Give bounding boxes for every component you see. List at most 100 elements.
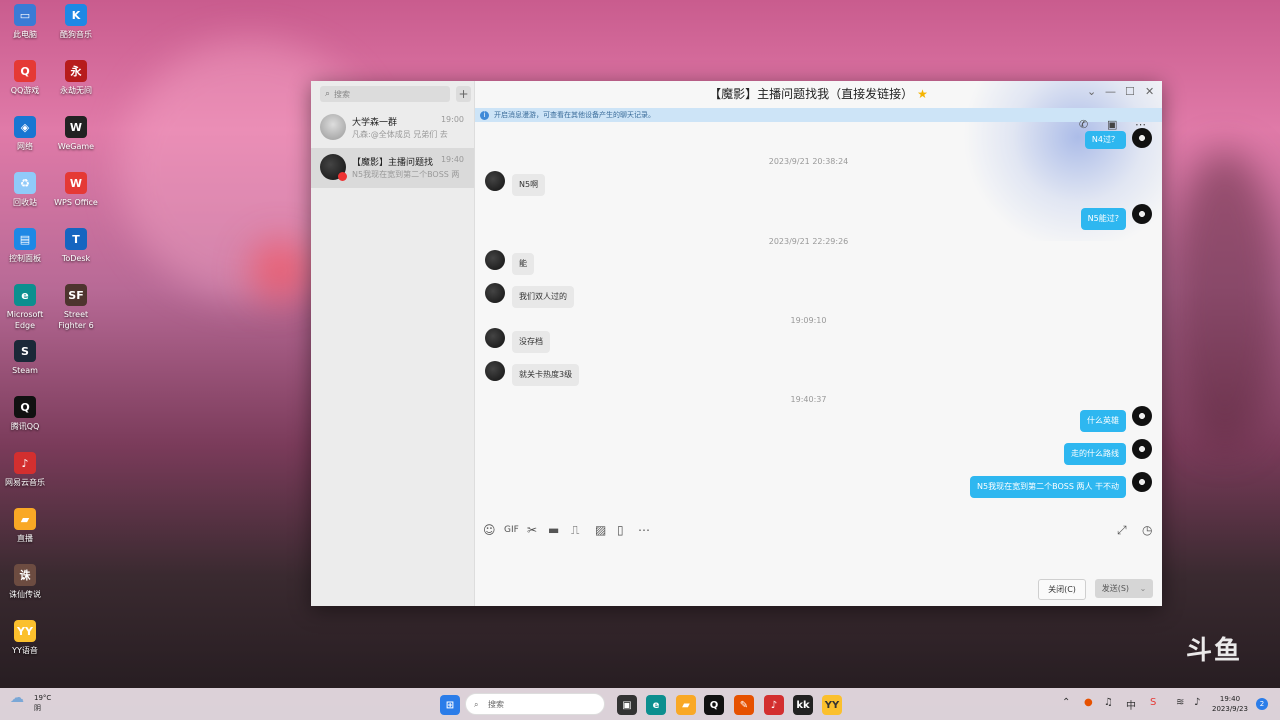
desktop-icon[interactable]: 诛诛仙传说: [0, 564, 50, 600]
desktop-icon[interactable]: 永永劫无间: [51, 60, 101, 96]
sogou-icon[interactable]: S: [1150, 697, 1156, 708]
star-icon[interactable]: ★: [917, 87, 928, 101]
emoji-icon[interactable]: ☺: [483, 523, 496, 537]
notification-badge[interactable]: 2: [1256, 698, 1268, 710]
scissors-icon[interactable]: ✂: [527, 523, 537, 537]
avatar[interactable]: [485, 283, 505, 303]
history-icon[interactable]: ◷: [1142, 523, 1152, 537]
desktop-icon[interactable]: Q QQ游戏: [0, 60, 50, 96]
wifi-icon[interactable]: ≋: [1176, 697, 1184, 708]
avatar[interactable]: [1132, 472, 1152, 492]
desktop-icon-label: 酷狗音乐: [60, 30, 92, 39]
desktop-icon[interactable]: S Steam: [0, 340, 50, 376]
avatar[interactable]: [1132, 439, 1152, 459]
conversation-item[interactable]: 大学森一群 19:00 凡森:@全体成员 兄弟们 去: [311, 108, 474, 148]
message-bubble-received[interactable]: 没存档: [512, 331, 550, 353]
desktop-icon[interactable]: YY YY语音: [0, 620, 50, 656]
phone-frame-icon[interactable]: ▯: [617, 523, 624, 537]
more-icon[interactable]: ⋯: [638, 523, 650, 537]
tray-app-icon[interactable]: ●: [1084, 697, 1093, 708]
avatar[interactable]: [1132, 406, 1152, 426]
desktop-icon-label: YY语音: [12, 646, 38, 655]
close-icon[interactable]: ✕: [1145, 85, 1154, 98]
weather-widget[interactable]: ☁ 19°C 阴: [10, 691, 51, 712]
desktop-icon-label: 网易云音乐: [5, 478, 45, 487]
volume-icon[interactable]: ♪: [1194, 697, 1200, 708]
close-button[interactable]: 关闭(C): [1038, 579, 1086, 600]
message-bubble-sent[interactable]: N5我现在宽到第二个BOSS 两人 干不动: [970, 476, 1126, 498]
chevron-down-icon[interactable]: ⌄: [1087, 85, 1096, 98]
message-bubble-sent[interactable]: N5能过?: [1080, 208, 1126, 230]
microphone-icon[interactable]: ♫: [1104, 697, 1113, 708]
desktop-icon-label: Street Fighter 6: [58, 310, 94, 330]
desktop-icon[interactable]: K 酷狗音乐: [51, 4, 101, 40]
message-timestamp: 19:40:37: [790, 395, 827, 404]
chevron-up-icon[interactable]: ⌃: [1062, 697, 1070, 708]
desktop-icon[interactable]: W WeGame: [51, 116, 101, 152]
desktop-icon[interactable]: ♪ 网易云音乐: [0, 452, 50, 488]
desktop-icon-label: Microsoft Edge: [6, 310, 44, 330]
gif-icon[interactable]: GIF: [504, 525, 519, 535]
notice-text: 开启消息漫游，可查看在其他设备产生的聊天记录。: [494, 111, 655, 119]
message-bubble-received[interactable]: N5啊: [512, 174, 546, 196]
netease-music-icon[interactable]: ♪: [764, 695, 784, 715]
desktop-icon[interactable]: W WPS Office: [51, 172, 101, 208]
screen-icon[interactable]: ⎍: [571, 523, 579, 538]
desktop-icon[interactable]: ▰ 直播: [0, 508, 50, 544]
image-icon[interactable]: ▨: [595, 523, 606, 537]
avatar[interactable]: [485, 171, 505, 191]
send-button[interactable]: 发送(S) ⌄: [1095, 579, 1153, 598]
expand-icon[interactable]: ⤢: [1117, 523, 1127, 538]
desktop-icon[interactable]: ◈ 网络: [0, 116, 50, 152]
desktop-icon[interactable]: Q 腾讯QQ: [0, 396, 50, 432]
desktop-icon-label: 网络: [17, 142, 33, 151]
video-icon[interactable]: ▣: [1107, 118, 1117, 131]
avatar[interactable]: [485, 250, 505, 270]
message-bubble-received[interactable]: 能: [512, 253, 534, 275]
taskbar: ☁ 19°C 阴 ⊞ ⌕ 搜索 ▣ e ▰ Q ✎ ♪ kk YY ⌃ ● ♫ …: [0, 688, 1280, 720]
desktop-icon-label: WeGame: [57, 142, 95, 151]
maximize-icon[interactable]: ☐: [1125, 85, 1135, 98]
edge-icon[interactable]: e: [646, 695, 666, 715]
minimize-icon[interactable]: —: [1105, 85, 1116, 98]
input-toolbar: ☺ GIF ✂ ▬ ⎍ ▨ ▯ ⋯ ⤢ ◷: [475, 523, 1162, 541]
desktop-icon[interactable]: ♻ 回收站: [0, 172, 50, 208]
status-badge: [338, 172, 347, 181]
roaming-notice[interactable]: i 开启消息漫游，可查看在其他设备产生的聊天记录。: [475, 108, 1162, 122]
message-bubble-sent[interactable]: 走的什么路线: [1064, 443, 1126, 465]
taskbar-search-label: 搜索: [488, 700, 504, 709]
avatar[interactable]: [1132, 128, 1152, 148]
desktop-icon[interactable]: ▤ 控制面板: [0, 228, 50, 264]
conversation-item-selected[interactable]: 【魔影】主播问题找 19:40 N5我现在宽到第二个BOSS 两: [311, 148, 474, 188]
app-icon[interactable]: ✎: [734, 695, 754, 715]
avatar[interactable]: [1132, 204, 1152, 224]
taskbar-search[interactable]: ⌕ 搜索: [465, 693, 605, 715]
search-input[interactable]: ⌕ 搜索: [320, 86, 450, 102]
task-view-icon[interactable]: ▣: [617, 695, 637, 715]
avatar[interactable]: [485, 361, 505, 381]
desktop-icon[interactable]: ▭ 此电脑: [0, 4, 50, 40]
yy-icon[interactable]: YY: [822, 695, 842, 715]
folder-icon[interactable]: ▬: [548, 523, 559, 537]
clock[interactable]: 19:40 2023/9/23: [1212, 694, 1248, 714]
message-bubble-sent[interactable]: 什么英雄: [1080, 410, 1126, 432]
message-bubble-sent[interactable]: N4过？: [1084, 131, 1126, 149]
desktop-icon-label: WPS Office: [54, 198, 98, 207]
start-icon[interactable]: ⊞: [440, 695, 460, 715]
desktop-icon[interactable]: T ToDesk: [51, 228, 101, 264]
message-bubble-received[interactable]: 我们双人过的: [512, 286, 574, 308]
chevron-down-icon[interactable]: ⌄: [1140, 584, 1147, 593]
add-button[interactable]: +: [456, 86, 471, 102]
avatar[interactable]: [485, 328, 505, 348]
ime-indicator[interactable]: 中: [1126, 697, 1136, 712]
search-placeholder: 搜索: [334, 89, 351, 99]
kk-icon[interactable]: kk: [793, 695, 813, 715]
phone-icon[interactable]: ✆: [1079, 118, 1088, 131]
conversation-preview: 凡森:@全体成员 兄弟们 去: [352, 130, 448, 139]
desktop-icon-label: QQ游戏: [10, 86, 40, 95]
qq-icon[interactable]: Q: [704, 695, 724, 715]
message-bubble-received[interactable]: 就关卡热度3级: [512, 364, 580, 386]
desktop-icon[interactable]: e Microsoft Edge: [0, 284, 50, 331]
file-explorer-icon[interactable]: ▰: [676, 695, 696, 715]
desktop-icon[interactable]: SF Street Fighter 6: [51, 284, 101, 331]
